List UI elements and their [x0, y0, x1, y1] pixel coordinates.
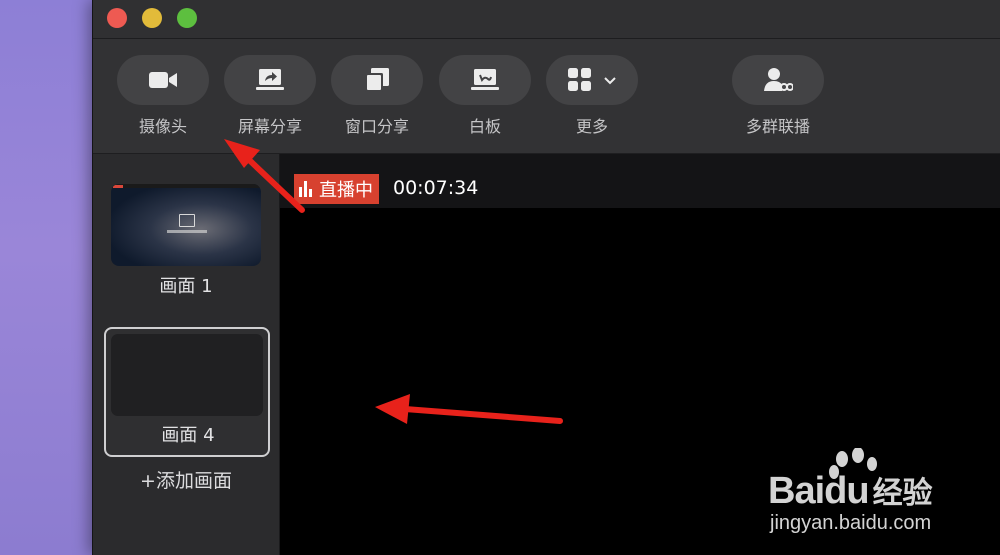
grid-icon [568, 68, 591, 91]
multi-group-broadcast-button[interactable]: 多群联播 [731, 55, 825, 137]
add-scene-button[interactable]: +添加画面 [93, 466, 279, 493]
camera-label: 摄像头 [138, 117, 187, 136]
window-share-icon [365, 68, 389, 92]
scene-1-thumbnail[interactable] [111, 184, 261, 266]
scene-1-label: 画面 1 [159, 276, 213, 297]
whiteboard-pill[interactable] [439, 55, 531, 105]
title-bar [93, 0, 1000, 39]
whiteboard-button[interactable]: 白板 [438, 55, 532, 137]
thumbnail-caption [167, 230, 207, 233]
screen-share-pill[interactable] [224, 55, 316, 105]
window-share-label: 窗口分享 [344, 117, 409, 136]
live-status-badge: 直播中 [294, 174, 379, 204]
preview-header: 直播中 00:07:34 [280, 154, 1000, 208]
scene-4-thumbnail[interactable] [111, 334, 263, 416]
screen-share-button[interactable]: 屏幕分享 [223, 55, 317, 137]
whiteboard-label: 白板 [468, 117, 501, 136]
screen-share-icon [256, 69, 284, 90]
more-pill[interactable] [546, 55, 638, 105]
window-share-button[interactable]: 窗口分享 [330, 55, 424, 137]
more-label: 更多 [575, 117, 608, 136]
chevron-down-icon [604, 77, 616, 85]
scene-sidebar: 画面 1 画面 4 +添加画面 [93, 154, 280, 555]
multi-group-icon [764, 68, 793, 91]
camera-button[interactable]: 摄像头 [116, 55, 210, 137]
live-timer: 00:07:34 [393, 177, 479, 199]
scene-4-selected-frame[interactable]: 画面 4 [104, 327, 270, 457]
window-share-pill[interactable] [331, 55, 423, 105]
watermark-brand: Baidu 经验 [768, 468, 933, 513]
camera-pill[interactable] [117, 55, 209, 105]
close-window-button[interactable] [107, 8, 127, 28]
multi-group-label: 多群联播 [745, 117, 810, 136]
thumbnail-topbar [111, 184, 261, 188]
live-bars-icon [299, 181, 314, 197]
toolbar: 摄像头 屏幕分享 窗口分享 白板 更多 多群联播 [93, 39, 1000, 154]
camera-icon [149, 72, 177, 88]
thumbnail-share-icon [179, 214, 195, 227]
thumbnail-live-tag [113, 185, 123, 188]
multi-group-pill[interactable] [732, 55, 824, 105]
more-button[interactable]: 更多 [545, 55, 639, 137]
live-status-text: 直播中 [319, 180, 373, 201]
scene-4-label: 画面 4 [161, 425, 215, 446]
watermark-brand-en: Baidu [768, 470, 870, 512]
whiteboard-icon [471, 69, 499, 90]
maximize-window-button[interactable] [177, 8, 197, 28]
minimize-window-button[interactable] [142, 8, 162, 28]
watermark-brand-cn: 经验 [872, 477, 933, 510]
screen-share-label: 屏幕分享 [237, 117, 302, 136]
watermark-url: jingyan.baidu.com [770, 512, 932, 534]
baidu-jingyan-watermark: Baidu 经验 jingyan.baidu.com [768, 448, 988, 538]
